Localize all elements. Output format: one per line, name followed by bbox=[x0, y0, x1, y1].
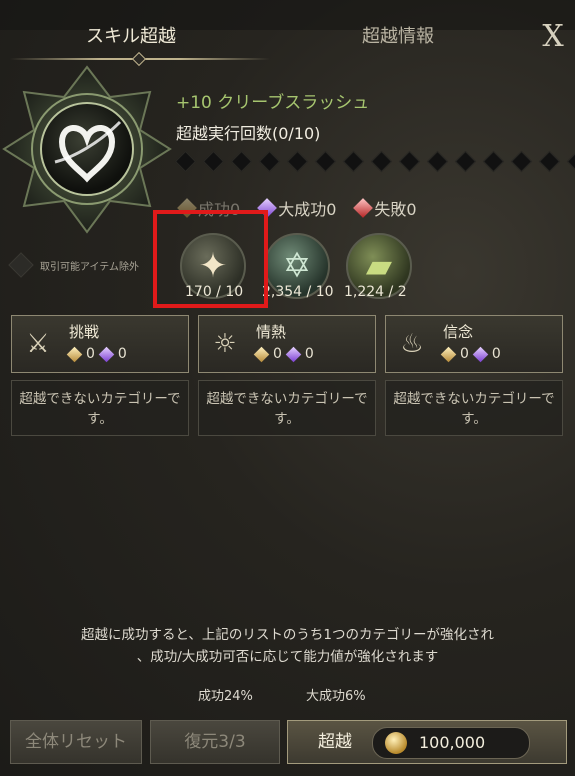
restore-button[interactable]: 復元3/3 bbox=[150, 720, 280, 764]
legend-great-success-label: 大成功0 bbox=[278, 200, 337, 219]
category-stats: 0 0 bbox=[253, 346, 314, 362]
cost-value: 100,000 bbox=[419, 733, 486, 752]
material-count: 2,354 / 10 bbox=[262, 284, 334, 300]
slot-diamond bbox=[482, 150, 505, 173]
purple-gem-icon bbox=[98, 346, 115, 362]
legend-failure: 失敗0 bbox=[353, 196, 417, 220]
gold-count: 0 bbox=[86, 346, 95, 362]
transcend-label: 超越 bbox=[318, 732, 352, 752]
category-note: 超越できないカテゴリーです。 bbox=[198, 380, 376, 436]
close-button[interactable]: X bbox=[538, 22, 568, 52]
gold-gem-icon bbox=[440, 346, 457, 362]
purple-gem-icon bbox=[285, 346, 302, 362]
great-success-rate: 大成功6% bbox=[306, 689, 366, 704]
purple-count: 0 bbox=[304, 346, 314, 362]
gold-gem-icon bbox=[253, 346, 270, 362]
category-passion[interactable]: ☼ 情熱 0 0 bbox=[198, 315, 376, 373]
description-line: 、成功/大成功可否に応じて能力値が強化されます bbox=[136, 649, 439, 665]
transcend-description: 超越に成功すると、上記のリストのうち1つのカテゴリーが強化され 、成功/大成功可… bbox=[0, 624, 575, 668]
skill-emblem-icon bbox=[2, 65, 172, 234]
success-rate: 成功24% bbox=[198, 689, 253, 704]
slot-diamond bbox=[370, 150, 393, 173]
checkbox-icon[interactable] bbox=[8, 252, 34, 278]
transcend-panel: スキル超越 超越情報 X +10 クリーブスラッシュ 超越実行回数(0/10) bbox=[0, 0, 575, 776]
tradeable-exclude-label: 取引可能アイテム除外 bbox=[40, 261, 139, 273]
material-count: 1,224 / 2 bbox=[344, 284, 407, 300]
purple-count: 0 bbox=[491, 346, 501, 362]
category-name: 信念 bbox=[443, 323, 474, 341]
attempt-slots bbox=[174, 150, 575, 173]
praying-hands-icon: ☼ bbox=[213, 329, 237, 359]
category-belief[interactable]: ♨ 信念 0 0 bbox=[385, 315, 563, 373]
tab-transcend-info[interactable]: 超越情報 bbox=[362, 22, 434, 48]
category-stats: 0 0 bbox=[440, 346, 501, 362]
reset-all-button[interactable]: 全体リセット bbox=[10, 720, 142, 764]
slot-diamond bbox=[258, 150, 281, 173]
slot-diamond bbox=[314, 150, 337, 173]
slot-diamond bbox=[286, 150, 309, 173]
cost-display: 100,000 bbox=[372, 727, 530, 759]
slot-diamond bbox=[202, 150, 225, 173]
gold-count: 0 bbox=[460, 346, 469, 362]
red-gem-icon bbox=[353, 198, 374, 218]
category-name: 挑戦 bbox=[69, 323, 100, 341]
tradeable-exclude-option[interactable]: 取引可能アイテム除外 bbox=[8, 252, 139, 278]
tab-underline bbox=[10, 58, 270, 60]
attempt-count: 超越実行回数(0/10) bbox=[176, 124, 321, 143]
category-note: 超越できないカテゴリーです。 bbox=[11, 380, 189, 436]
slot-diamond bbox=[398, 150, 421, 173]
selection-highlight bbox=[153, 210, 268, 308]
slot-diamond bbox=[174, 150, 197, 173]
slot-diamond bbox=[426, 150, 449, 173]
purple-gem-icon bbox=[472, 346, 489, 362]
flame-icon: ♨ bbox=[400, 329, 424, 359]
skill-level-name: +10 クリーブスラッシュ bbox=[176, 93, 370, 113]
legend-failure-label: 失敗0 bbox=[374, 200, 417, 219]
tab-skill-transcend[interactable]: スキル超越 bbox=[86, 22, 176, 48]
slot-diamond bbox=[566, 150, 575, 173]
purple-count: 0 bbox=[117, 346, 127, 362]
category-name: 情熱 bbox=[256, 323, 287, 341]
category-note: 超越できないカテゴリーです。 bbox=[385, 380, 563, 436]
category-challenge[interactable]: ⚔ 挑戦 0 0 bbox=[11, 315, 189, 373]
sword-crest-icon: ⚔ bbox=[26, 329, 50, 359]
legend-great-success: 大成功0 bbox=[257, 196, 337, 220]
category-stats: 0 0 bbox=[66, 346, 127, 362]
slot-diamond bbox=[454, 150, 477, 173]
slot-diamond bbox=[230, 150, 253, 173]
slot-diamond bbox=[510, 150, 533, 173]
gold-coin-icon bbox=[385, 732, 407, 754]
gold-count: 0 bbox=[273, 346, 282, 362]
slot-diamond bbox=[342, 150, 365, 173]
gold-gem-icon bbox=[66, 346, 83, 362]
description-line: 超越に成功すると、上記のリストのうち1つのカテゴリーが強化され bbox=[80, 627, 495, 643]
transcend-button[interactable]: 超越 100,000 bbox=[287, 720, 567, 764]
slot-diamond bbox=[538, 150, 561, 173]
